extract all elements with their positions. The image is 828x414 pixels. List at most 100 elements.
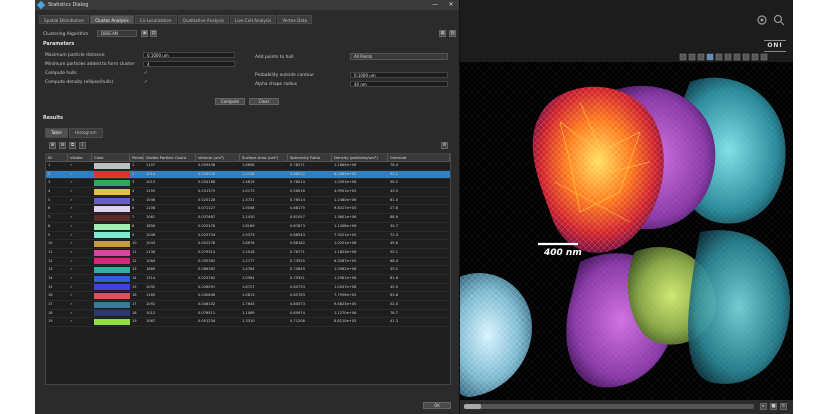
rotate-icon[interactable] [688, 53, 696, 61]
visible-checkbox[interactable]: ✓ [68, 171, 92, 179]
frame-slider[interactable] [464, 404, 754, 409]
column-header[interactable]: Surface Area (um²) [240, 154, 288, 161]
table-settings-icon[interactable]: ⚙ [441, 142, 448, 149]
clear-button[interactable]: Clear [249, 98, 279, 105]
color-swatch[interactable] [94, 188, 130, 195]
compute-button[interactable]: Compute [215, 98, 245, 105]
visible-checkbox[interactable]: ✓ [68, 310, 92, 318]
column-header[interactable]: Visible [68, 154, 92, 161]
color-swatch[interactable] [94, 214, 130, 221]
tab-live-cell-analysis[interactable]: Live Cell Analysis [230, 15, 277, 24]
color-swatch[interactable] [94, 310, 130, 317]
visible-checkbox[interactable]: ✓ [68, 292, 92, 300]
compute-density-checkbox[interactable]: ✓ [143, 79, 149, 85]
column-header[interactable]: Centroid [388, 154, 450, 161]
tab-spatial-distribution[interactable]: Spatial Distribution [39, 15, 90, 24]
visible-checkbox[interactable]: ✓ [68, 240, 92, 248]
table-tool-icon[interactable]: ⊞ [49, 142, 56, 149]
tab-histogram[interactable]: Histogram [68, 128, 103, 138]
play-icon[interactable]: ▸ [760, 403, 767, 410]
visible-checkbox[interactable]: ✓ [68, 318, 92, 326]
gear-icon[interactable] [757, 15, 767, 25]
save-icon[interactable]: ▣ [141, 30, 148, 37]
tab-table[interactable]: Table [45, 128, 68, 138]
visible-checkbox[interactable]: ✓ [68, 301, 92, 309]
compute-hulls-checkbox[interactable]: ✓ [143, 70, 149, 76]
probability-field[interactable]: 0.1000 um [350, 72, 448, 78]
color-swatch[interactable] [94, 206, 130, 213]
color-swatch[interactable] [94, 293, 130, 300]
visible-checkbox[interactable]: ✓ [68, 188, 92, 196]
filter-icon[interactable]: ⊟ [59, 142, 66, 149]
table-row[interactable]: 10 ✓ 10 1043 0.041278 1.8676 0.68182 1.0251e+06… [46, 240, 450, 249]
table-row[interactable]: 14 ✓ 14 1314 0.023762 1.0564 0.79351 1.2961e+06… [46, 275, 450, 284]
visible-checkbox[interactable]: ✓ [68, 197, 92, 205]
color-swatch[interactable] [94, 319, 130, 326]
table-row[interactable]: 7 ✓ 7 1061 0.037687 1.2410 0.81057 1.3601e+06 88… [46, 214, 450, 223]
color-swatch[interactable] [94, 180, 130, 187]
tab-vertex-data[interactable]: Vertex Data [277, 15, 313, 24]
column-header[interactable]: ID [46, 154, 68, 161]
color-swatch[interactable] [94, 223, 130, 230]
column-header[interactable]: Visible Particle Count [144, 154, 196, 161]
add-points-select[interactable]: All Points [350, 53, 448, 60]
table-row[interactable]: 8 ✓ 8 1856 0.025376 1.8169 0.67873 1.1408e+06 34… [46, 223, 450, 232]
fit-icon[interactable] [715, 53, 723, 61]
help-icon[interactable]: ▧ [449, 30, 456, 37]
table-row[interactable]: 2 ✓ 2 1010 0.018376 1.0148 0.68212 6.0063e+05 92… [46, 170, 450, 180]
loop-icon[interactable]: ↻ [780, 403, 787, 410]
render-canvas[interactable]: 400 nm [460, 62, 793, 400]
minimize-button[interactable]: — [431, 1, 439, 9]
visible-checkbox[interactable]: ✓ [68, 214, 92, 222]
visible-checkbox[interactable]: ✓ [68, 162, 92, 170]
color-swatch[interactable] [94, 232, 130, 239]
table-row[interactable]: 6 ✓ 6 1108 0.071127 1.0048 0.68175 9.8417e+05 27… [46, 205, 450, 215]
column-header[interactable]: Sphericity Ratio [288, 154, 332, 161]
table-row[interactable]: 5 ✓ 5 1046 0.020128 1.3721 0.76514 1.2480e+06 61… [46, 197, 450, 206]
table-row[interactable]: 13 ✓ 13 1889 0.086362 1.4764 0.70649 1.0982e+06… [46, 266, 450, 275]
column-header[interactable]: Color [92, 154, 130, 161]
visible-checkbox[interactable]: ✓ [68, 232, 92, 240]
stop-icon[interactable]: ■ [770, 403, 777, 410]
color-swatch[interactable] [94, 267, 130, 274]
color-swatch[interactable] [94, 249, 130, 256]
column-header[interactable]: Volume (um³) [196, 154, 240, 161]
color-swatch[interactable] [94, 301, 130, 308]
tab-cluster-analysis[interactable]: Cluster Analysis [90, 15, 134, 24]
table-row[interactable]: 4 ✓ 4 1159 0.031379 1.0173 0.56016 4.9951e+05 43… [46, 188, 450, 197]
color-swatch[interactable] [94, 162, 130, 169]
color-swatch[interactable] [94, 275, 130, 282]
table-row[interactable]: 19 ✓ 19 1067 0.051234 1.3310 0.71208 8.8110e+05… [46, 318, 450, 328]
table-row[interactable]: 1 ✓ 1 1107 0.009438 1.8808 0.78271 1.1869e+06 78… [46, 162, 450, 171]
visible-checkbox[interactable]: ✓ [68, 266, 92, 274]
visible-checkbox[interactable]: ✓ [68, 249, 92, 257]
color-swatch[interactable] [94, 240, 130, 247]
table-row[interactable]: 17 ✓ 17 1092 0.046102 1.7643 0.80573 9.4823e+05… [46, 301, 450, 310]
table-row[interactable]: 18 ✓ 18 1012 0.076511 1.1089 0.60974 1.1270e+06… [46, 310, 450, 319]
max-distance-field[interactable]: 0.1000 um [143, 52, 235, 58]
axes-icon[interactable] [733, 53, 741, 61]
min-particles-field[interactable]: 4 [143, 61, 235, 67]
column-header[interactable]: Points [130, 154, 144, 161]
tab-co-localization[interactable]: Co-Localization [134, 15, 177, 24]
table-row[interactable]: 15 ✓ 15 1032 0.026091 1.8727 0.60733 1.0047e+06… [46, 284, 450, 293]
table-row[interactable]: 16 ✓ 16 1160 0.030808 1.0813 0.65763 7.7956e+05… [46, 292, 450, 301]
column-header[interactable]: Density (particles/um³) [332, 154, 388, 161]
visible-checkbox[interactable]: ✓ [68, 275, 92, 283]
camera-icon[interactable] [742, 53, 750, 61]
visible-checkbox[interactable]: ✓ [68, 223, 92, 231]
visible-checkbox[interactable]: ✓ [68, 179, 92, 187]
select-icon[interactable] [679, 53, 687, 61]
table-row[interactable]: 12 ✓ 12 1084 0.035362 1.2777 0.73555 6.3287e+05… [46, 258, 450, 267]
alpha-radius-field[interactable]: 40 nm [350, 81, 448, 87]
color-swatch[interactable] [94, 284, 130, 291]
zoom-icon[interactable] [706, 53, 714, 61]
visible-checkbox[interactable]: ✓ [68, 205, 92, 213]
color-swatch[interactable] [94, 258, 130, 265]
search-icon[interactable] [773, 14, 785, 26]
table-row[interactable]: 9 ✓ 9 1046 0.023754 1.9373 0.66543 7.3521e+05 72… [46, 232, 450, 241]
table-row[interactable]: 3 ✓ 3 1015 0.054188 1.4619 0.78014 1.0393e+06 56… [46, 179, 450, 189]
copy-icon[interactable]: ⧉ [69, 142, 76, 149]
export-table-icon[interactable]: ⇩ [79, 142, 86, 149]
color-icon[interactable] [760, 53, 768, 61]
